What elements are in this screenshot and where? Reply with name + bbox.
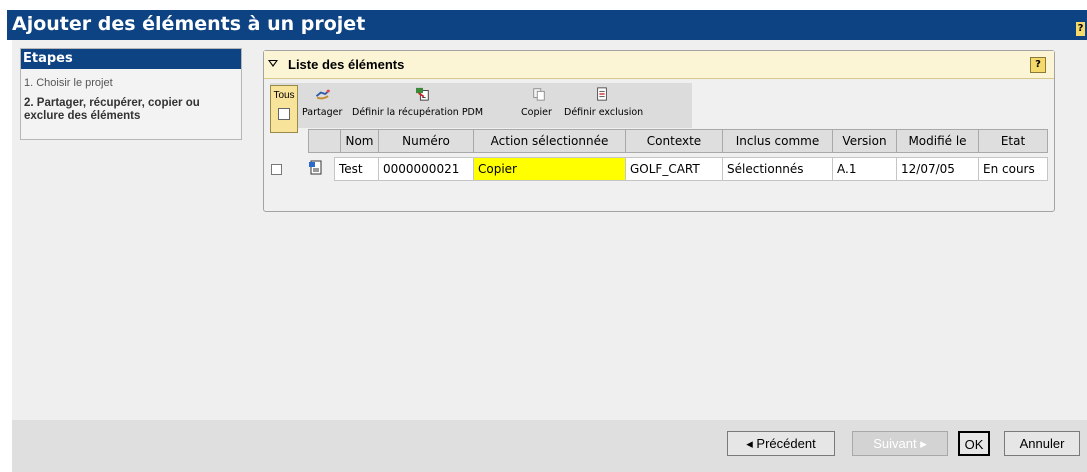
row-checkbox[interactable] [271, 164, 282, 175]
cell-nom[interactable]: Test [334, 157, 378, 181]
share-button[interactable]: Partager [302, 85, 350, 125]
elements-toolbar: Tous Partager Définir la récupération PD… [270, 83, 692, 133]
exclusion-button-label: Définir exclusion [564, 107, 644, 118]
window-help-button[interactable]: ? [1076, 22, 1085, 36]
cancel-button[interactable]: Annuler [1004, 431, 1080, 456]
column-header-inclus-comme[interactable]: Inclus comme [722, 129, 832, 153]
exclusion-button[interactable]: Définir exclusion [560, 85, 656, 125]
collapse-toggle-icon[interactable] [268, 60, 278, 67]
table-header-row: Nom Numéro Action sélectionnée Contexte … [270, 129, 1054, 153]
document-icon [309, 160, 322, 175]
steps-panel: Etapes 1. Choisir le projet 2. Partager,… [20, 48, 242, 140]
cell-etat: En cours [978, 157, 1048, 181]
share-button-label: Partager [302, 107, 343, 118]
step-choose-project[interactable]: 1. Choisir le projet [24, 77, 113, 89]
exclusion-icon [597, 87, 607, 101]
elements-panel-title: Liste des éléments [288, 57, 405, 72]
column-header-etat[interactable]: Etat [978, 129, 1048, 153]
column-header-version[interactable]: Version [832, 129, 896, 153]
cell-inclus-comme: Sélectionnés [722, 157, 832, 181]
column-header-select [308, 129, 341, 153]
cell-modifie-le: 12/07/05 [896, 157, 978, 181]
select-all-checkbox[interactable] [278, 108, 290, 120]
previous-button[interactable]: ◂ Précédent [727, 431, 835, 456]
window-title: Ajouter des éléments à un projet [12, 13, 366, 35]
cell-numero: 0000000021 [378, 157, 473, 181]
column-header-action[interactable]: Action sélectionnée [473, 129, 625, 153]
step-share-retrieve: 2. Partager, récupérer, copier ou exclur… [24, 97, 200, 122]
copy-icon [533, 88, 545, 101]
next-button[interactable]: Suivant ▸ [852, 431, 948, 456]
retrieve-pdm-icon [416, 87, 429, 101]
row-select-cell [264, 157, 296, 181]
select-all-label: Tous [273, 90, 295, 101]
elements-panel-header: Liste des éléments ? [264, 51, 1054, 79]
column-header-numero[interactable]: Numéro [378, 129, 473, 153]
column-header-nom[interactable]: Nom [340, 129, 378, 153]
share-icon [315, 89, 331, 100]
retrieve-pdm-button[interactable]: Définir la récupération PDM [350, 85, 518, 125]
cell-contexte: GOLF_CART [625, 157, 722, 181]
cell-action[interactable]: Copier [473, 157, 625, 181]
column-header-modifie-le[interactable]: Modifié le [896, 129, 978, 153]
cell-version: A.1 [832, 157, 896, 181]
elements-panel: Liste des éléments ? Tous Partager Défin… [263, 50, 1055, 212]
elements-help-button[interactable]: ? [1030, 57, 1046, 73]
retrieve-pdm-button-label: Définir la récupération PDM [352, 107, 484, 118]
column-header-contexte[interactable]: Contexte [625, 129, 722, 153]
title-bar: Ajouter des éléments à un projet ? [7, 10, 1087, 40]
table-row[interactable]: Test 0000000021 Copier GOLF_CART Sélecti… [264, 157, 1054, 181]
copy-button-label: Copier [521, 107, 552, 118]
select-all-box[interactable]: Tous [270, 85, 298, 133]
steps-header: Etapes [21, 49, 241, 69]
copy-button[interactable]: Copier [521, 85, 561, 125]
ok-button[interactable]: OK [958, 431, 990, 456]
